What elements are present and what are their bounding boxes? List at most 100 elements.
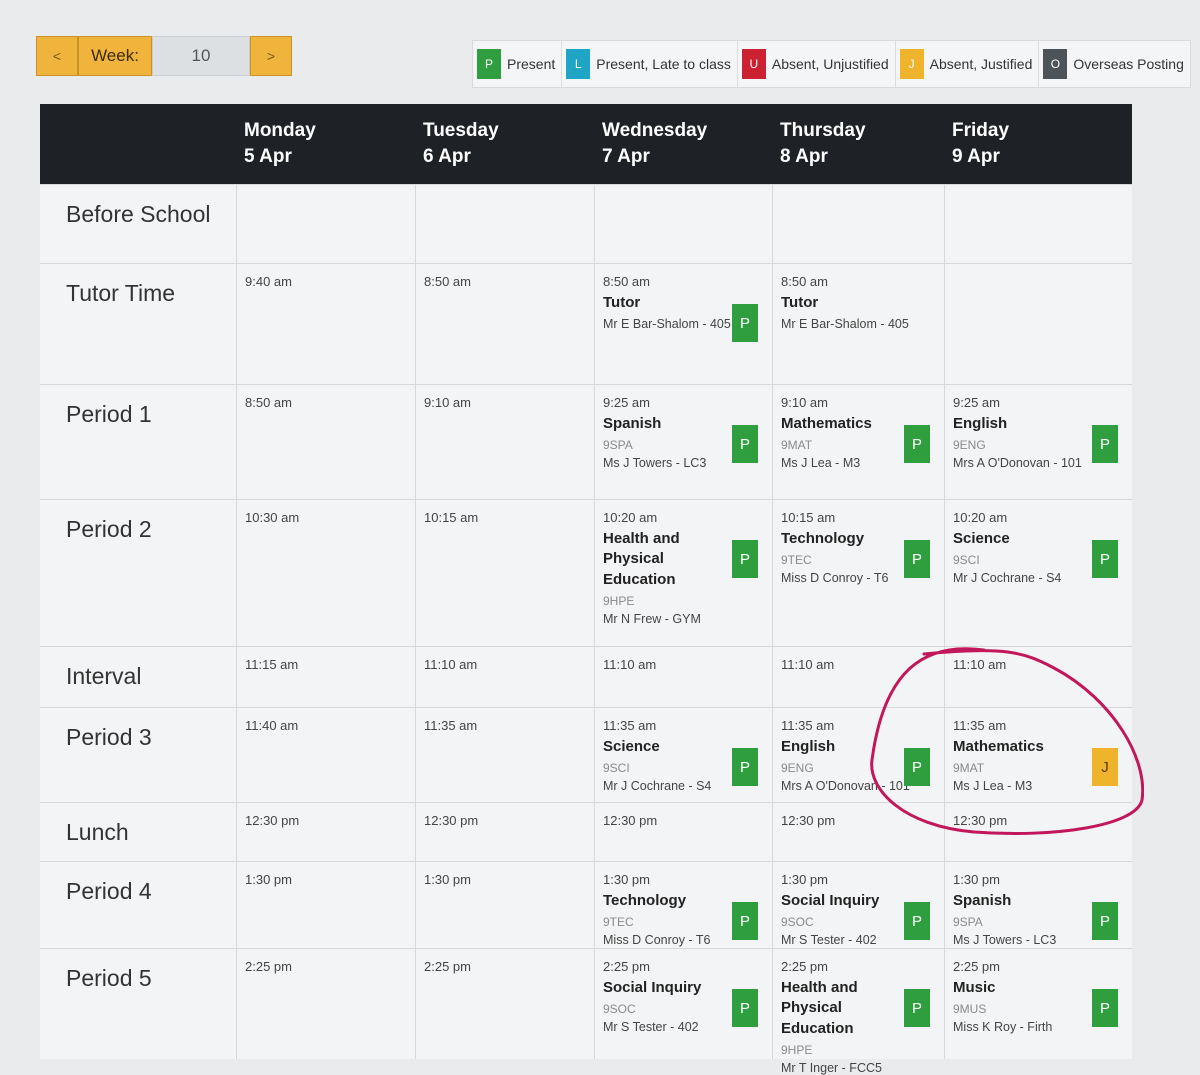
class-time: 9:25 am: [603, 395, 650, 410]
period-label: Tutor Time: [66, 280, 176, 306]
timetable-cell: 12:30 pm: [772, 803, 944, 861]
class-subject: Spanish: [603, 415, 662, 432]
timetable-cell[interactable]: 11:35 am Mathematics 9MAT Ms J Lea - M3 J: [944, 708, 1132, 802]
timetable-cell[interactable]: 8:50 am Tutor Mr E Bar-Shalom - 405: [772, 264, 944, 384]
class-time: 1:30 pm: [953, 872, 1000, 887]
timetable-cell[interactable]: 10:20 am Science 9SCI Mr J Cochrane - S4 P: [944, 500, 1132, 646]
timetable-cell: 12:30 pm: [944, 803, 1132, 861]
timetable-cell: [944, 185, 1132, 263]
class-time: 2:25 pm: [424, 959, 471, 974]
timetable-cell[interactable]: 11:35 am Science 9SCI Mr J Cochrane - S4 P: [594, 708, 772, 802]
period-label: Period 1: [66, 401, 152, 427]
timetable-cell: 2:25 pm: [236, 949, 415, 1059]
timetable-row: Period 2 10:30 am 10:15 am 10:20 am Health a…: [40, 499, 1132, 646]
timetable-cell[interactable]: 1:30 pm Technology 9TEC Miss D Conroy - T6 P: [594, 862, 772, 948]
timetable-row: Period 1 8:50 am 9:10 am 9:25 am Spanish 9SPA…: [40, 384, 1132, 499]
next-week-button[interactable]: >: [250, 36, 292, 76]
class-time: 2:25 pm: [781, 959, 828, 974]
attendance-status-badge: P: [1092, 902, 1118, 940]
day-name: Monday: [244, 120, 316, 141]
status-badge: U: [741, 49, 766, 79]
timetable-cell[interactable]: 10:15 am Technology 9TEC Miss D Conroy - T6…: [772, 500, 944, 646]
attendance-status-badge: P: [1092, 540, 1118, 578]
class-subject: Science: [953, 530, 1010, 547]
timetable: Monday 5 Apr Tuesday 6 Apr Wednesday 7 Apr Thu…: [40, 104, 1132, 1075]
class-time: 11:15 am: [245, 657, 299, 672]
class-time: 11:10 am: [781, 657, 835, 672]
status-badge: P: [477, 49, 501, 79]
timetable-cell: [594, 185, 772, 263]
timetable-cell[interactable]: 10:20 am Health and Physical Education 9HP…: [594, 500, 772, 646]
timetable-row: Lunch 12:30 pm 12:30 pm 12:30 pm 12:30 pm 12:…: [40, 802, 1132, 861]
day-header: Friday 9 Apr: [944, 104, 1132, 184]
timetable-row: Period 3 11:40 am 11:35 am 11:35 am Science 9…: [40, 707, 1132, 802]
status-badge: L: [566, 49, 591, 79]
class-code: 9HPE: [781, 1042, 813, 1057]
attendance-status-badge: P: [1092, 989, 1118, 1027]
day-date: 6 Apr: [423, 145, 471, 167]
class-subject: Spanish: [953, 892, 1012, 909]
day-date: 7 Apr: [602, 145, 650, 167]
timetable-body: Before School Tutor Time 9:40 am 8:50 am 8:5…: [40, 184, 1132, 1075]
timetable-cell: 8:50 am: [415, 264, 594, 384]
day-name: Friday: [952, 120, 1010, 141]
attendance-status-badge: P: [904, 425, 930, 463]
class-time: 12:30 pm: [424, 813, 479, 828]
class-time: 11:35 am: [781, 718, 835, 733]
class-time: 2:25 pm: [953, 959, 1000, 974]
class-time: 9:10 am: [424, 395, 471, 410]
class-time: 8:50 am: [781, 274, 828, 289]
class-time: 8:50 am: [603, 274, 650, 289]
day-name: Thursday: [780, 120, 866, 141]
legend-item: O Overseas Posting: [1039, 41, 1190, 87]
week-number-input[interactable]: 10: [152, 36, 250, 76]
timetable-cell[interactable]: 9:25 am English 9ENG Mrs A O'Donovan - 101 P: [944, 385, 1132, 499]
timetable-cell[interactable]: 2:25 pm Social Inquiry 9SOC Mr S Tester - 4…: [594, 949, 772, 1059]
class-time: 12:30 pm: [603, 813, 658, 828]
class-subject: Social Inquiry: [603, 979, 702, 996]
day-date: 9 Apr: [952, 145, 1000, 167]
legend-label: Absent, Justified: [929, 56, 1033, 72]
timetable-cell[interactable]: 9:10 am Mathematics 9MAT Ms J Lea - M3 P: [772, 385, 944, 499]
legend-item: L Present, Late to class: [562, 41, 738, 87]
timetable-cell: 1:30 pm: [415, 862, 594, 948]
timetable-cell[interactable]: 11:35 am English 9ENG Mrs A O'Donovan - 101…: [772, 708, 944, 802]
timetable-cell: 11:15 am: [236, 647, 415, 707]
period-label: Before School: [66, 201, 211, 227]
class-teacher-room: Mr E Bar-Shalom - 405: [781, 317, 909, 332]
timetable-cell: 12:30 pm: [594, 803, 772, 861]
timetable-cell: 2:25 pm: [415, 949, 594, 1059]
period-label: Interval: [66, 663, 142, 689]
class-time: 9:10 am: [781, 395, 828, 410]
class-subject: Health and Physical Education: [781, 979, 858, 1037]
timetable-cell: 9:40 am: [236, 264, 415, 384]
timetable-cell[interactable]: 2:25 pm Health and Physical Education 9HPE…: [772, 949, 944, 1075]
timetable-cell[interactable]: 8:50 am Tutor Mr E Bar-Shalom - 405 P: [594, 264, 772, 384]
period-label: Period 3: [66, 724, 152, 750]
class-time: 10:20 am: [953, 510, 1008, 525]
class-time: 9:25 am: [953, 395, 1000, 410]
class-time: 11:35 am: [603, 718, 657, 733]
timetable-cell: 11:10 am: [772, 647, 944, 707]
timetable-cell[interactable]: 2:25 pm Music 9MUS Miss K Roy - Firth P: [944, 949, 1132, 1059]
timetable-cell: 11:10 am: [944, 647, 1132, 707]
class-subject: Tutor: [781, 294, 819, 311]
class-time: 11:35 am: [953, 718, 1007, 733]
timetable-cell[interactable]: 1:30 pm Social Inquiry 9SOC Mr S Tester - 4…: [772, 862, 944, 948]
timetable-cell: [415, 185, 594, 263]
legend-item: P Present: [473, 41, 563, 87]
class-time: 1:30 pm: [245, 872, 292, 887]
timetable-cell[interactable]: 9:25 am Spanish 9SPA Ms J Towers - LC3 P: [594, 385, 772, 499]
previous-week-button[interactable]: <: [36, 36, 78, 76]
timetable-cell: 11:35 am: [415, 708, 594, 802]
timetable-cell[interactable]: 1:30 pm Spanish 9SPA Ms J Towers - LC3 P: [944, 862, 1132, 948]
day-name: Wednesday: [602, 120, 708, 141]
attendance-legend: P Present L Present, Late to class U Absent, …: [472, 40, 1191, 88]
class-time: 11:40 am: [245, 718, 299, 733]
attendance-status-badge: P: [732, 540, 758, 578]
attendance-status-badge: J: [1092, 748, 1118, 786]
class-time: 11:10 am: [603, 657, 657, 672]
class-subject: Mathematics: [953, 738, 1044, 755]
timetable-cell: 8:50 am: [236, 385, 415, 499]
attendance-status-badge: P: [904, 748, 930, 786]
